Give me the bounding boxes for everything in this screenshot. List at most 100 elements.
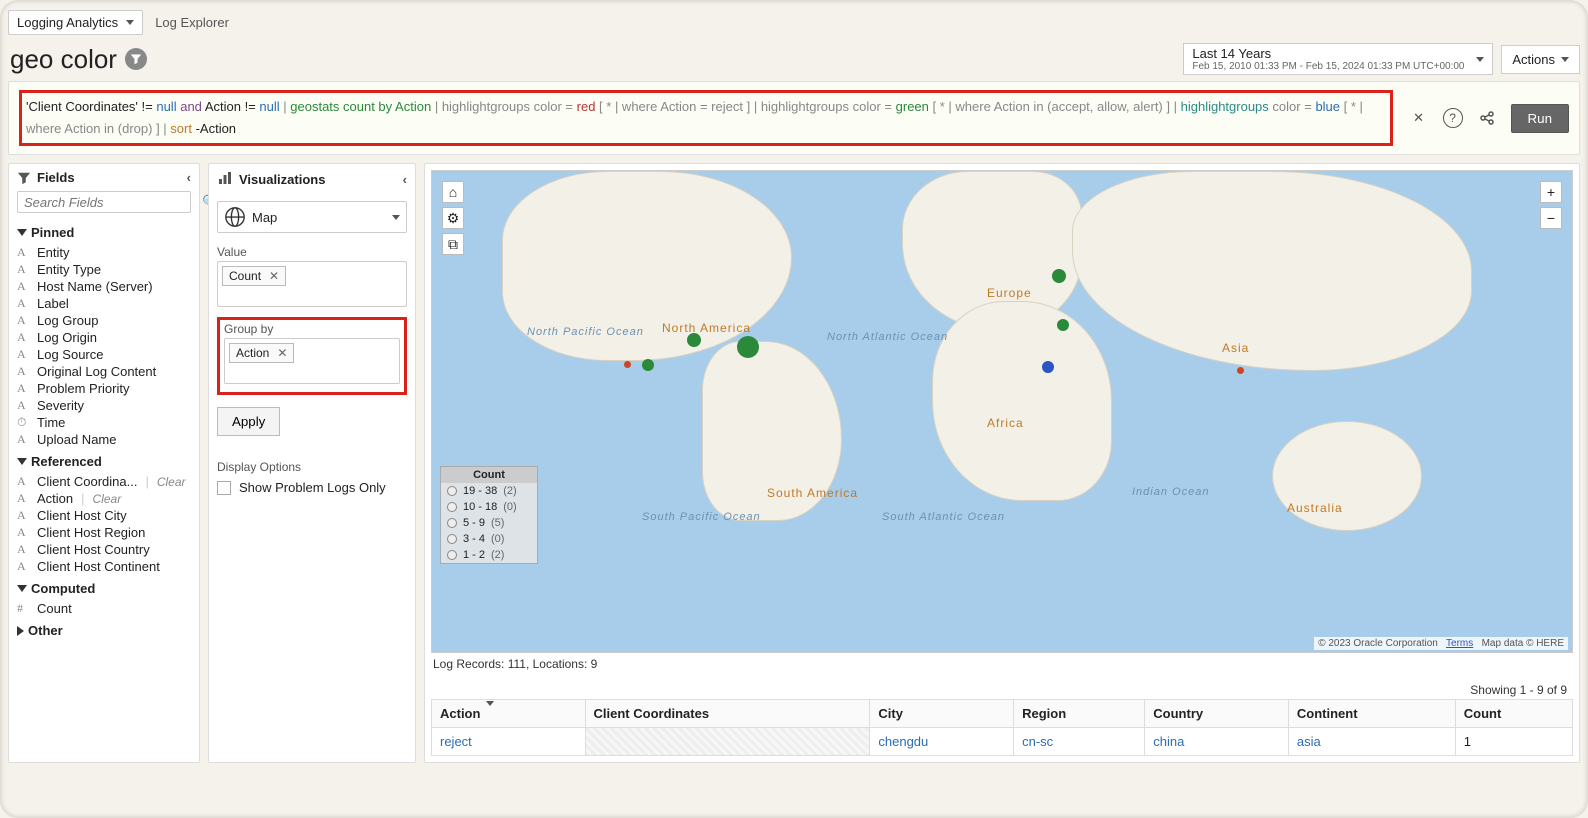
field-item[interactable]: AAction|Clear — [17, 490, 191, 507]
fields-search[interactable]: 🔍 — [17, 191, 191, 213]
map-select-icon[interactable]: ⧉ — [442, 233, 464, 255]
share-icon[interactable] — [1475, 106, 1499, 130]
map-home-icon[interactable]: ⌂ — [442, 181, 464, 203]
field-item[interactable]: ALog Group — [17, 312, 191, 329]
map-attribution: © 2023 Oracle Corporation Terms Map data… — [1314, 637, 1568, 650]
field-item[interactable]: AClient Host Region — [17, 524, 191, 541]
map-dot[interactable] — [1237, 367, 1244, 374]
field-item[interactable]: AEntity Type — [17, 261, 191, 278]
actions-menu[interactable]: Actions — [1501, 45, 1580, 74]
query-input[interactable]: 'Client Coordinates' != null and Action … — [19, 90, 1393, 146]
search-input[interactable] — [24, 195, 202, 210]
field-item[interactable]: ALabel — [17, 295, 191, 312]
field-item[interactable]: ALog Origin — [17, 329, 191, 346]
collapse-viz-icon[interactable]: ‹ — [403, 172, 407, 187]
cell-region[interactable]: cn-sc — [1022, 734, 1053, 749]
clear-query-icon[interactable]: ✕ — [1407, 106, 1431, 130]
table-header[interactable]: Count — [1455, 700, 1572, 728]
computed-section[interactable]: Computed — [17, 581, 191, 596]
ocean-sp: South Pacific Ocean — [642, 511, 761, 523]
table-header[interactable]: Continent — [1288, 700, 1455, 728]
field-type-icon: A — [17, 432, 31, 447]
table-row[interactable]: reject chengdu cn-sc china asia 1 — [432, 728, 1573, 756]
ocean-na: North Atlantic Ocean — [827, 331, 948, 343]
page-title: geo color — [10, 44, 147, 75]
cell-count: 1 — [1455, 728, 1572, 756]
field-type-icon: A — [17, 279, 31, 294]
field-item[interactable]: AProblem Priority — [17, 380, 191, 397]
groupby-label: Group by — [224, 322, 400, 336]
field-item[interactable]: AUpload Name — [17, 431, 191, 448]
collapse-fields-icon[interactable]: ‹ — [187, 170, 191, 185]
field-item[interactable]: AClient Host City — [17, 507, 191, 524]
groupby-field[interactable]: Action✕ — [224, 338, 400, 384]
clear-filter-link[interactable]: Clear — [93, 492, 122, 506]
globe-icon — [224, 206, 246, 228]
breadcrumb[interactable]: Log Explorer — [155, 15, 229, 30]
referenced-section[interactable]: Referenced — [17, 454, 191, 469]
terms-link[interactable]: Terms — [1446, 638, 1473, 649]
records-summary: Log Records: 111, Locations: 9 — [431, 653, 1573, 679]
run-button[interactable]: Run — [1511, 104, 1569, 133]
table-header[interactable]: Action — [432, 700, 586, 728]
service-label: Logging Analytics — [17, 15, 118, 30]
field-type-icon: A — [17, 347, 31, 362]
caret-down-icon — [392, 215, 400, 220]
table-header[interactable]: City — [870, 700, 1014, 728]
cell-country[interactable]: china — [1153, 734, 1184, 749]
ocean-np: North Pacific Ocean — [527, 326, 644, 338]
filter-icon — [17, 171, 31, 185]
zoom-out-button[interactable]: − — [1540, 207, 1562, 229]
field-type-icon: A — [17, 491, 31, 506]
field-item[interactable]: AClient Coordina...|Clear — [17, 473, 191, 490]
field-item[interactable]: ⏱Time — [17, 414, 191, 431]
map-view[interactable]: North America South America Europe Afric… — [431, 170, 1573, 653]
field-item[interactable]: ASeverity — [17, 397, 191, 414]
field-type-icon: A — [17, 364, 31, 379]
field-item[interactable]: AClient Host Continent — [17, 558, 191, 575]
map-legend: Count 19 - 38 (2)10 - 18 (0)5 - 9 (5)3 -… — [440, 466, 538, 564]
viz-type-select[interactable]: Map — [217, 201, 407, 233]
map-settings-icon[interactable]: ⚙ — [442, 207, 464, 229]
time-range-dropdown[interactable]: Last 14 Years Feb 15, 2010 01:33 PM - Fe… — [1183, 43, 1493, 75]
table-header[interactable]: Region — [1014, 700, 1145, 728]
table-pagination-label: Showing 1 - 9 of 9 — [431, 679, 1573, 699]
value-chip[interactable]: Count✕ — [222, 266, 286, 286]
pinned-section[interactable]: Pinned — [17, 225, 191, 240]
field-item[interactable]: #Count — [17, 600, 191, 617]
viz-title: Visualizations — [239, 172, 325, 187]
field-item[interactable]: ALog Source — [17, 346, 191, 363]
map-label-af: Africa — [987, 416, 1024, 430]
field-type-icon: A — [17, 262, 31, 277]
field-item[interactable]: AEntity — [17, 244, 191, 261]
map-dot[interactable] — [624, 361, 631, 368]
field-item[interactable]: AHost Name (Server) — [17, 278, 191, 295]
show-problem-checkbox[interactable]: Show Problem Logs Only — [217, 480, 407, 495]
field-item[interactable]: AOriginal Log Content — [17, 363, 191, 380]
help-icon[interactable]: ? — [1443, 108, 1463, 128]
apply-button[interactable]: Apply — [217, 407, 280, 436]
query-bar: 'Client Coordinates' != null and Action … — [8, 81, 1580, 155]
table-header[interactable]: Client Coordinates — [585, 700, 870, 728]
other-section[interactable]: Other — [17, 623, 191, 638]
service-dropdown[interactable]: Logging Analytics — [8, 10, 143, 35]
zoom-in-button[interactable]: + — [1540, 181, 1562, 203]
table-header[interactable]: Country — [1145, 700, 1289, 728]
clear-filter-link[interactable]: Clear — [157, 475, 186, 489]
cell-city[interactable]: chengdu — [878, 734, 928, 749]
cell-continent[interactable]: asia — [1297, 734, 1321, 749]
groupby-chip[interactable]: Action✕ — [229, 343, 294, 363]
remove-chip-icon[interactable]: ✕ — [277, 346, 287, 360]
filter-icon[interactable] — [125, 48, 147, 70]
map-dot[interactable] — [642, 359, 654, 371]
value-field[interactable]: Count✕ — [217, 261, 407, 307]
remove-chip-icon[interactable]: ✕ — [269, 269, 279, 283]
cell-action[interactable]: reject — [440, 734, 472, 749]
legend-row: 3 - 4 (0) — [441, 531, 537, 547]
time-range-value: Feb 15, 2010 01:33 PM - Feb 15, 2024 01:… — [1192, 61, 1464, 72]
ocean-io: Indian Ocean — [1132, 486, 1209, 498]
legend-row: 1 - 2 (2) — [441, 547, 537, 563]
field-type-icon: ⏱ — [17, 415, 31, 430]
map-label-au: Australia — [1287, 501, 1343, 515]
field-item[interactable]: AClient Host Country — [17, 541, 191, 558]
